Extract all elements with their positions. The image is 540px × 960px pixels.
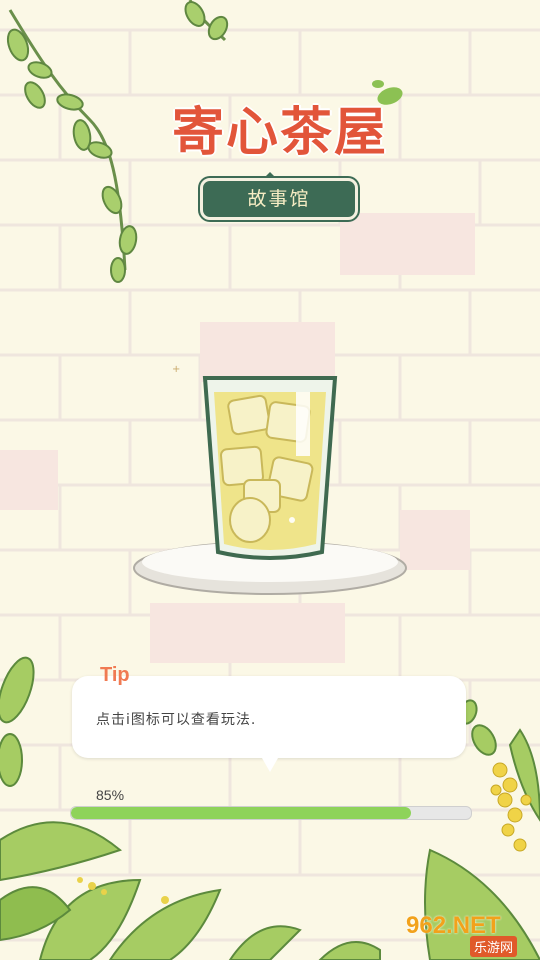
loading-progress-bar bbox=[70, 806, 472, 820]
watermark-sub: 乐游网 bbox=[470, 936, 518, 957]
site-watermark: 962.NET 乐游网 bbox=[400, 912, 532, 957]
tip-dialog-pointer bbox=[262, 758, 278, 772]
loading-percent: 85% bbox=[96, 787, 125, 803]
tip-text: 点击i图标可以查看玩法. bbox=[96, 712, 257, 728]
tip-title: Tip bbox=[100, 664, 130, 686]
loading-progress-fill bbox=[71, 807, 411, 819]
